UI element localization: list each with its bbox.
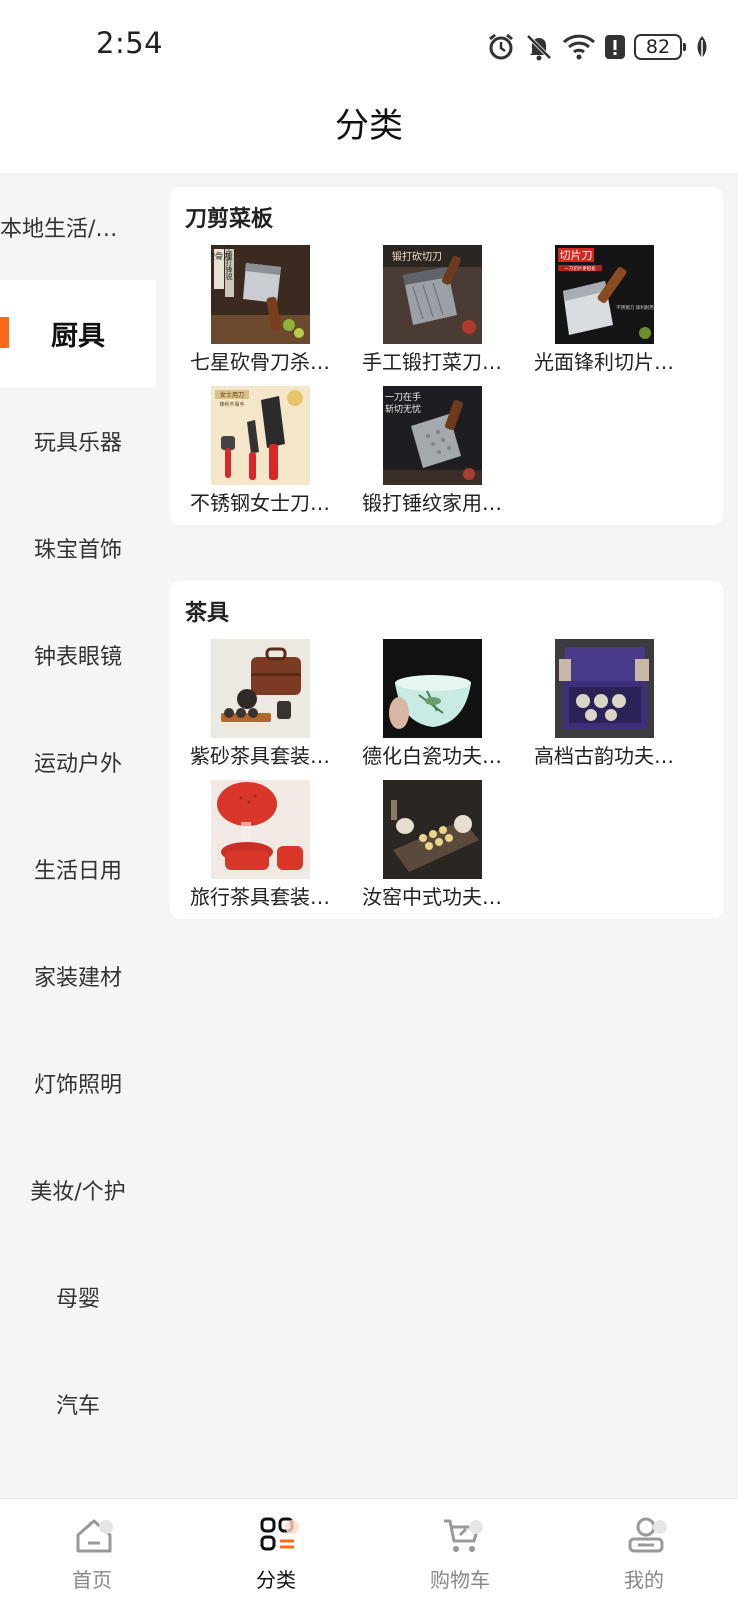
product-item[interactable]: 锻打砍切刀 手工锻打菜刀…: [351, 245, 513, 375]
sidebar-item-beauty-care[interactable]: 美妆/个护: [0, 1136, 156, 1243]
product-item[interactable]: 旅行茶具套装…: [179, 780, 341, 910]
status-time: 2:54: [96, 26, 164, 60]
product-name: 德化白瓷功夫…: [362, 744, 502, 768]
status-icons: 82: [486, 30, 710, 64]
bottom-tab-bar: 首页 分类 购物车 我的: [0, 1498, 738, 1601]
category-sidebar: 本地生活/… 厨具 玩具乐器 珠宝首饰 钟表眼镜 运动户外 生活日用 家装建材 …: [0, 173, 156, 1498]
product-item[interactable]: 高档古韵功夫…: [523, 639, 685, 769]
tab-cart[interactable]: 购物车: [368, 1499, 552, 1601]
image-text: 斩切无忧: [384, 403, 420, 415]
gift-box-tea-set-image: [554, 639, 654, 738]
product-item[interactable]: 一刀在手 斩切无忧 锻打锤纹家用…: [351, 386, 513, 516]
image-text: 一刀在手: [384, 391, 420, 403]
product-item[interactable]: 砍骨刀 手工锻打锋锐 七星砍骨刀杀…: [179, 245, 341, 375]
image-text: 手工锻打锋锐: [225, 245, 233, 281]
sidebar-item-label: 生活日用: [33, 858, 122, 884]
sidebar-item-label: 玩具乐器: [33, 430, 122, 456]
sidebar-item-kitchenware[interactable]: 厨具: [0, 280, 156, 387]
tab-label: 分类: [256, 1568, 296, 1592]
sidebar-item-label: 家装建材: [33, 965, 122, 991]
section-title: 刀剪菜板: [185, 207, 274, 232]
sidebar-item-daily-use[interactable]: 生活日用: [0, 815, 156, 922]
knife-set-image: 女士用刀 锋利不易手: [210, 386, 310, 485]
sidebar-item-mother-baby[interactable]: 母婴: [0, 1243, 156, 1350]
sidebar-item-label: 运动户外: [33, 751, 122, 777]
sidebar-item-label: 厨具: [51, 321, 105, 352]
sidebar-item-sports-outdoor[interactable]: 运动户外: [0, 708, 156, 815]
sidebar-item-label: 钟表眼镜: [33, 644, 122, 670]
image-text: 锻打砍切刀: [392, 250, 442, 263]
sidebar-item-label: 汽车: [55, 1393, 100, 1419]
hammered-knife-image: 一刀在手 斩切无忧: [382, 386, 482, 485]
sidebar-item-label: 本地生活/…: [0, 216, 118, 242]
tab-category[interactable]: 分类: [184, 1499, 368, 1601]
forged-knife-image: 锻打砍切刀: [382, 245, 482, 344]
tab-label: 我的: [624, 1568, 664, 1592]
product-item[interactable]: 女士用刀 锋利不易手 不锈钢女士刀…: [179, 386, 341, 516]
sidebar-item-jewelry[interactable]: 珠宝首饰: [0, 494, 156, 601]
product-name: 光面锋利切片…: [534, 350, 674, 374]
tea-case-image: [210, 639, 310, 738]
product-name: 不锈钢女士刀…: [190, 491, 330, 515]
sidebar-item-lighting[interactable]: 灯饰照明: [0, 1029, 156, 1136]
image-text: 女士用刀: [219, 391, 243, 399]
section-title: 茶具: [185, 601, 230, 626]
sidebar-item-watches-glasses[interactable]: 钟表眼镜: [0, 601, 156, 708]
product-name: 七星砍骨刀杀…: [190, 350, 330, 374]
sidebar-item-auto[interactable]: 汽车: [0, 1350, 156, 1457]
tab-home[interactable]: 首页: [0, 1499, 184, 1601]
sidebar-item-label: 珠宝首饰: [33, 537, 122, 563]
status-bar: 2:54 82: [0, 0, 738, 92]
sidebar-item-label: 美妆/个护: [30, 1179, 126, 1205]
product-item[interactable]: 德化白瓷功夫…: [351, 639, 513, 769]
product-item[interactable]: 切片刀 一刀切片更轻松 不锈钢刀 锋利耐用 光面锋利切片…: [523, 245, 685, 375]
image-text: 一刀切片更轻松: [564, 265, 596, 272]
tab-profile[interactable]: 我的: [552, 1499, 736, 1601]
product-name: 紫砂茶具套装…: [190, 744, 330, 768]
sidebar-item-local-life[interactable]: 本地生活/…: [0, 173, 156, 280]
image-text: 锋利不易手: [219, 401, 244, 408]
section-card-knives: 刀剪菜板 砍骨刀 手工锻打锋锐 七星砍骨刀杀…: [170, 187, 723, 525]
active-marker: [0, 317, 9, 348]
ru-kiln-tea-set-image: [382, 780, 482, 879]
product-item[interactable]: 紫砂茶具套装…: [179, 639, 341, 769]
image-text: 切片刀: [559, 249, 592, 262]
image-text: 不锈钢刀 锋利耐用: [616, 304, 653, 311]
red-tea-set-image: [210, 780, 310, 879]
sidebar-item-toys-instruments[interactable]: 玩具乐器: [0, 387, 156, 494]
alarm-icon: [486, 32, 516, 62]
wifi-icon: [562, 32, 596, 62]
sidebar-item-home-building[interactable]: 家装建材: [0, 922, 156, 1029]
section-card-tea-sets: 茶具 紫砂茶具套装… 德化白瓷功夫… 高档古韵功夫… 旅行茶具套装… 汝窑中式功…: [170, 581, 723, 919]
sidebar-item-label: 母婴: [55, 1286, 100, 1312]
leaf-icon: [694, 34, 710, 60]
product-item[interactable]: 汝窑中式功夫…: [351, 780, 513, 910]
sidebar-item-label: 灯饰照明: [33, 1072, 122, 1098]
product-name: 旅行茶具套装…: [190, 885, 330, 909]
category-content: 刀剪菜板 砍骨刀 手工锻打锋锐 七星砍骨刀杀…: [156, 173, 738, 1498]
alert-icon: [604, 33, 626, 61]
product-name: 手工锻打菜刀…: [362, 350, 502, 374]
tab-label: 首页: [72, 1568, 112, 1592]
product-name: 锻打锤纹家用…: [362, 491, 502, 515]
slicing-knife-image: 切片刀 一刀切片更轻松 不锈钢刀 锋利耐用: [554, 245, 654, 344]
cleaver-knife-image: 砍骨刀 手工锻打锋锐: [210, 245, 310, 344]
mute-icon: [524, 32, 554, 62]
page-title: 分类: [335, 106, 403, 146]
white-porcelain-bowl-image: [382, 639, 482, 738]
battery-icon: 82: [634, 34, 686, 60]
product-name: 汝窑中式功夫…: [362, 885, 502, 909]
tab-label: 购物车: [430, 1568, 490, 1592]
product-name: 高档古韵功夫…: [534, 744, 674, 768]
